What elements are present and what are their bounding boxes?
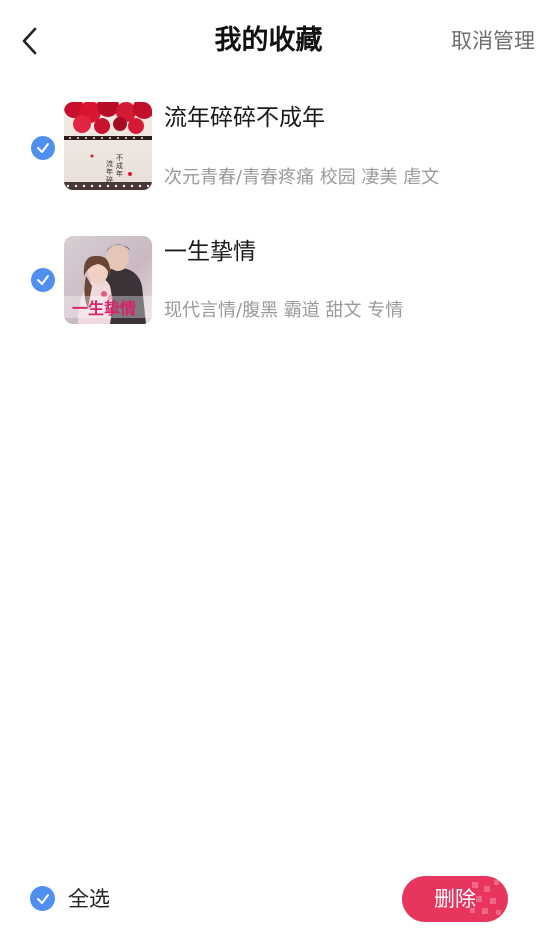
svg-text:不: 不 — [116, 154, 123, 162]
cancel-manage-button[interactable]: 取消管理 — [451, 24, 535, 58]
back-button[interactable] — [14, 22, 46, 60]
book-cover-image: 不 成 年 流 年 碎 — [64, 102, 152, 190]
book-tags: 次元青春/青春疼痛 校园 凄美 虐文 — [164, 167, 440, 188]
favorites-page: 我的收藏 取消管理 不 成 年 流 年 碎 流年碎碎不成年 次元青春/青春疼痛 … — [0, 0, 537, 946]
book-cover-image: 一生挚情 — [64, 236, 152, 324]
delete-button-label: 删除 — [434, 887, 476, 911]
book-cover[interactable]: 不 成 年 流 年 碎 — [64, 102, 152, 190]
select-all-checkbox[interactable] — [30, 886, 55, 911]
book-cover[interactable]: 一生挚情 — [64, 236, 152, 324]
list-item[interactable]: 一生挚情 一生挚情 现代言情/腹黑 霸道 甜文 专情 — [0, 236, 537, 328]
svg-text:流: 流 — [106, 159, 113, 168]
item-checkbox[interactable] — [31, 268, 55, 292]
svg-text:年: 年 — [116, 169, 123, 178]
svg-text:年: 年 — [106, 167, 113, 176]
svg-text:一生挚情: 一生挚情 — [72, 299, 136, 318]
select-all-label[interactable]: 全选 — [68, 884, 110, 914]
checkmark-icon — [37, 143, 49, 153]
book-title[interactable]: 一生挚情 — [164, 236, 256, 268]
top-bar: 我的收藏 取消管理 — [0, 0, 537, 84]
book-tags: 现代言情/腹黑 霸道 甜文 专情 — [164, 300, 404, 321]
checkmark-icon — [36, 893, 49, 904]
checkmark-icon — [37, 275, 49, 285]
item-checkbox[interactable] — [31, 136, 55, 160]
book-title[interactable]: 流年碎碎不成年 — [164, 102, 325, 134]
list-item[interactable]: 不 成 年 流 年 碎 流年碎碎不成年 次元青春/青春疼痛 校园 凄美 虐文 — [0, 102, 537, 194]
chevron-left-icon — [22, 27, 37, 55]
svg-text:成: 成 — [116, 161, 123, 170]
delete-button[interactable]: 删除 — [402, 876, 508, 922]
